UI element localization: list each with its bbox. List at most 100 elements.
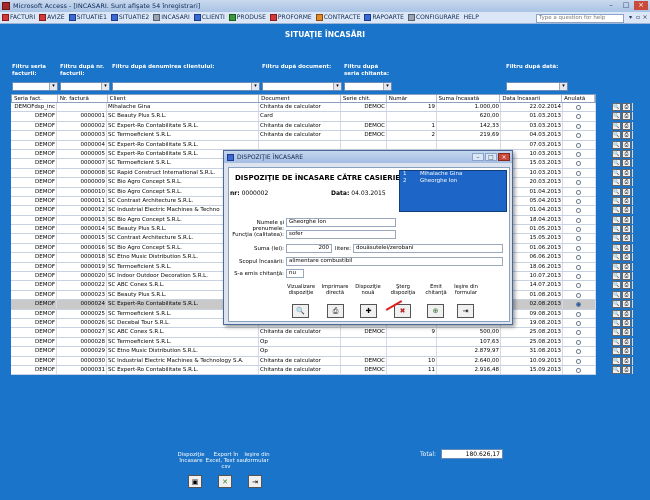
cell-numar[interactable]: 19 [387,103,437,112]
cell-nr-factura[interactable]: 0000014 [57,225,107,234]
cell-numar[interactable]: 11 [387,365,437,375]
cell-document[interactable]: Op [259,337,341,347]
cell-serie-chitanta[interactable]: DEMOC [341,356,387,365]
nume-input[interactable]: Gheorghe Ion [286,218,396,227]
filter-data-select[interactable]: ▾ [506,82,568,91]
col-serie-chitanta[interactable]: Serie chit. [341,95,387,102]
functia-input[interactable]: sofer [286,230,396,239]
cell-data[interactable]: 07.03.2013 [501,140,563,149]
cell-suma[interactable]: 2.916,48 [437,365,501,375]
preview-icon[interactable]: 🔍 [612,225,621,234]
print-icon[interactable]: ⎙ [622,281,631,290]
cell-client[interactable]: SC Expert-Ro Contabilitate S.R.L. [107,365,259,375]
print-icon[interactable]: ⎙ [622,121,631,130]
cell-serie-factura[interactable]: DEMOF [11,140,57,149]
mdi-close-button[interactable]: × [642,14,648,21]
print-icon[interactable]: ⎙ [622,356,631,365]
cell-serie-factura[interactable]: DEMOF [11,309,57,318]
col-numar[interactable]: Număr [387,95,437,102]
cell-client[interactable]: SC Etno Music Distribution S.R.L. [107,347,259,356]
cell-nr-factura[interactable]: 0000029 [57,347,107,356]
preview-icon[interactable]: 🔍 [612,103,621,111]
print-icon[interactable]: ⎙ [622,328,631,337]
filter-serie-factura-select[interactable]: ▾ [12,82,58,91]
print-icon[interactable]: ⎙ [622,347,631,356]
preview-icon[interactable]: 🔍 [612,318,621,327]
preview-icon[interactable]: 🔍 [612,168,621,177]
cell-serie-factura[interactable]: DEMOF [11,187,57,196]
cell-nr-factura[interactable]: 0000015 [57,234,107,243]
anulata-radio[interactable] [576,245,581,251]
anulata-radio[interactable] [576,114,581,120]
preview-icon[interactable]: 🔍 [612,356,621,365]
preview-icon[interactable]: 🔍 [612,206,621,215]
cell-data[interactable]: 25.08.2013 [501,337,563,347]
print-icon[interactable]: ⎙ [622,365,631,374]
help-question-input[interactable]: Type a question for help [536,14,624,23]
preview-icon[interactable]: 🔍 [612,187,621,196]
preview-icon[interactable]: 🔍 [612,112,621,121]
print-icon[interactable]: ⎙ [622,168,631,177]
cell-serie-factura[interactable]: DEMOF [11,234,57,243]
cell-numar[interactable] [387,112,437,121]
cell-serie-factura[interactable]: DEMOF [11,178,57,187]
cell-serie-chitanta[interactable]: DEMOC [341,131,387,140]
menu-clienti[interactable]: CLIENTI [193,14,225,21]
cell-document[interactable] [259,140,341,149]
print-icon[interactable]: ⎙ [622,159,631,168]
cell-nr-factura[interactable]: 0000007 [57,159,107,168]
cell-document[interactable]: Chitanta de calculator [259,365,341,375]
cell-serie-chitanta[interactable] [341,140,387,149]
cell-suma[interactable]: 107,63 [437,337,501,347]
cell-serie-factura[interactable]: DEMOF [11,131,57,140]
preview-icon[interactable]: 🔍 [612,131,621,140]
preview-icon[interactable]: 🔍 [612,309,621,318]
chevron-down-icon[interactable]: ▾ [49,83,57,90]
cell-serie-factura[interactable]: DEMOF [11,159,57,168]
menu-proforme[interactable]: PROFORME [269,14,312,21]
cell-nr-factura[interactable]: 0000010 [57,187,107,196]
cell-serie-factura[interactable]: DEMOF [11,300,57,309]
menu-contracte[interactable]: CONTRACTE [315,14,360,21]
anulata-radio[interactable] [576,151,581,157]
cell-serie-factura[interactable]: DEMOF [11,272,57,281]
print-icon[interactable]: ⎙ [622,253,631,262]
cell-serie-factura[interactable]: DEMOF [11,196,57,206]
table-row[interactable]: DEMOFdsp_inc Mihalache Gina Chitanta de ca… [11,103,633,113]
anulata-radio[interactable] [576,142,581,148]
cell-numar[interactable] [387,337,437,347]
excel-export-button[interactable]: ✕ [218,475,232,488]
cell-document[interactable]: Chitanta de calculator [259,121,341,131]
preview-icon[interactable]: 🔍 [612,365,621,374]
cell-numar[interactable] [387,140,437,149]
col-client[interactable]: Client [108,95,260,102]
cell-serie-factura[interactable]: DEMOF [11,243,57,253]
cell-serie-factura[interactable]: DEMOFdsp_inc [11,103,57,112]
emis-chitanta-input[interactable]: nu [286,269,304,278]
anulata-radio[interactable] [576,189,581,195]
col-document[interactable]: Document [259,95,341,102]
anulata-radio[interactable] [576,133,581,139]
cell-nr-factura[interactable]: 0000028 [57,337,107,347]
anulata-radio[interactable] [576,320,581,326]
cell-nr-factura[interactable]: 0000003 [57,131,107,140]
print-icon[interactable]: ⎙ [622,187,631,196]
table-row[interactable]: DEMOF 0000001 SC Beauty Plus S.R.L. Card 620… [11,112,633,122]
cell-data[interactable]: 31.08.2013 [501,347,563,356]
print-icon[interactable]: ⎙ [622,243,631,252]
exit-form-button[interactable]: ⇥ [248,475,262,488]
cell-suma[interactable]: 142,33 [437,121,501,131]
cell-client[interactable]: SC Termoeficient S.R.L. [107,131,259,140]
cell-numar[interactable]: 9 [387,328,437,337]
anulata-radio[interactable] [576,330,581,336]
cell-serie-factura[interactable]: DEMOF [11,347,57,356]
menu-produse[interactable]: PRODUSE [228,14,266,21]
minimize-button[interactable]: – [604,1,618,10]
cell-serie-chitanta[interactable] [341,337,387,347]
cell-serie-factura[interactable]: DEMOF [11,149,57,159]
cell-suma[interactable]: 2.879,97 [437,347,501,356]
cell-nr-factura[interactable]: 0000005 [57,149,107,159]
table-row[interactable]: DEMOF 0000002 SC Expert-Ro Contabilitate S… [11,121,633,132]
cell-client[interactable]: SC Expert-Ro Contabilitate S.R.L. [107,140,259,149]
table-row[interactable]: DEMOF 0000004 SC Expert-Ro Contabilitate S… [11,140,633,150]
